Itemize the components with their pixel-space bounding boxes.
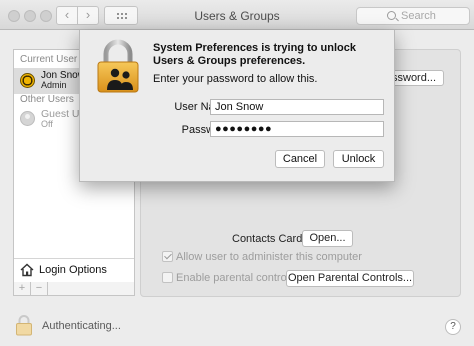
user-role: Admin (41, 80, 67, 90)
open-parental-controls-button[interactable]: Open Parental Controls... (286, 270, 414, 287)
allow-admin-checkbox[interactable] (162, 251, 173, 262)
search-field[interactable]: Search (356, 7, 470, 25)
cancel-button[interactable]: Cancel (275, 150, 325, 168)
remove-user-button[interactable]: − (31, 282, 48, 295)
password-field[interactable]: ●●●●●●●● (210, 121, 384, 137)
users-groups-window: ‹ › Users & Groups Search Current User J… (0, 0, 474, 346)
parental-controls-checkbox[interactable] (162, 272, 173, 283)
dialog-subtitle: Enter your password to allow this. (153, 73, 318, 85)
search-icon (387, 11, 396, 20)
current-user-heading: Current User (20, 54, 78, 65)
login-options-label: Login Options (39, 264, 107, 276)
search-placeholder: Search (401, 10, 436, 22)
lock-users-icon (97, 39, 139, 93)
login-options-item[interactable]: Login Options (14, 258, 134, 282)
dialog-title: System Preferences is trying to unlock U… (153, 42, 356, 67)
unlock-button[interactable]: Unlock (333, 150, 384, 168)
avatar (20, 111, 35, 126)
lock-icon[interactable] (15, 314, 33, 336)
contacts-card-label: Contacts Card: (232, 233, 306, 245)
avatar (20, 73, 35, 88)
open-contacts-card-button[interactable]: Open... (302, 230, 353, 247)
allow-admin-label: Allow user to administer this computer (176, 251, 362, 263)
parental-controls-label: Enable parental controls (176, 272, 295, 284)
username-field[interactable]: Jon Snow (210, 99, 384, 115)
authentication-dialog: System Preferences is trying to unlock U… (79, 30, 395, 182)
toolbar: ‹ › Users & Groups Search (0, 0, 474, 30)
house-icon (20, 263, 34, 277)
add-remove-bar: + − (13, 282, 135, 296)
help-button[interactable]: ? (445, 319, 461, 335)
add-user-button[interactable]: + (14, 282, 31, 295)
user-status: Off (41, 119, 53, 129)
other-users-heading: Other Users (20, 94, 74, 105)
authenticating-status: Authenticating... (42, 320, 121, 332)
